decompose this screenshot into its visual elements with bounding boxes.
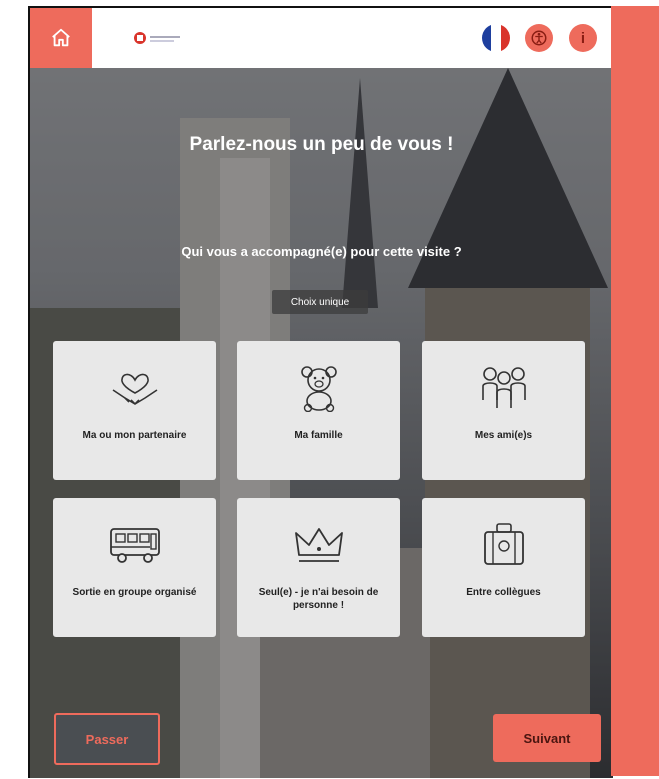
info-icon: i <box>580 29 586 47</box>
option-alone[interactable]: Seul(e) - je n'ai besoin de personne ! <box>237 498 400 637</box>
page-title: Parlez-nous un peu de vous ! <box>189 134 454 155</box>
option-label: Ma famille <box>294 430 343 441</box>
option-colleagues[interactable]: Entre collègues <box>422 498 585 637</box>
skip-button[interactable]: Passer <box>54 713 160 765</box>
option-friends[interactable]: Mes ami(e)s <box>422 341 585 480</box>
top-bar: i <box>30 8 613 68</box>
crown-icon <box>294 528 343 562</box>
suitcase-icon <box>483 523 524 565</box>
app-screen: i Parlez-nous un peu de vous ! Qui vous … <box>28 6 613 778</box>
info-button[interactable]: i <box>569 24 597 52</box>
option-group-tour[interactable]: Sortie en groupe organisé <box>53 498 216 637</box>
france-flag-icon[interactable] <box>482 24 510 52</box>
option-label: Mes ami(e)s <box>474 430 533 441</box>
option-label: Entre collègues <box>466 587 541 598</box>
home-button[interactable] <box>30 8 92 68</box>
option-partner[interactable]: Ma ou mon partenaire <box>53 341 216 480</box>
brand-logo <box>134 32 180 44</box>
teddy-bear-icon <box>300 366 337 412</box>
accessibility-button[interactable] <box>525 24 553 52</box>
option-family[interactable]: Ma famille <box>237 341 400 480</box>
option-label: Sortie en groupe organisé <box>72 587 197 598</box>
next-button[interactable]: Suivant <box>493 714 601 762</box>
question-text: Qui vous a accompagné(e) pour cette visi… <box>181 244 462 259</box>
home-icon <box>52 28 70 47</box>
accent-side-bar <box>611 6 659 776</box>
bus-icon <box>109 528 160 563</box>
option-label: Seul(e) - je n'ai besoin de personne ! <box>258 587 379 611</box>
accessibility-icon <box>531 30 547 46</box>
option-label: Ma ou mon partenaire <box>82 430 187 441</box>
choice-mode-badge: Choix unique <box>272 290 368 314</box>
handshake-heart-icon <box>112 373 157 405</box>
friends-group-icon <box>481 367 526 408</box>
